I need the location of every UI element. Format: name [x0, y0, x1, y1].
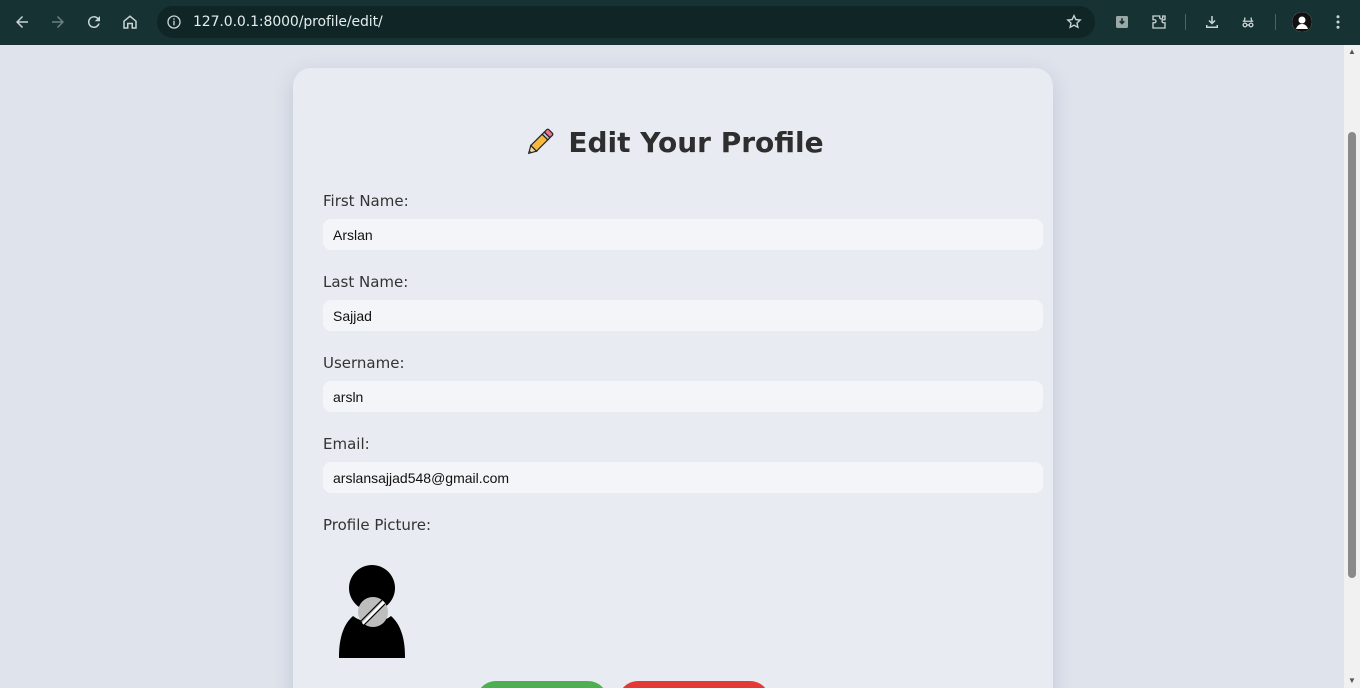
scroll-down-arrow-icon[interactable]: ▼: [1348, 677, 1356, 685]
home-icon: [123, 15, 137, 29]
email-input[interactable]: [323, 462, 1043, 493]
browser-menu-icon[interactable]: [1325, 9, 1351, 35]
email-label: Email:: [323, 435, 370, 453]
profile-avatar[interactable]: [1292, 12, 1312, 32]
extensions-puzzle-icon[interactable]: [1146, 9, 1172, 35]
last-name-label: Last Name:: [323, 273, 409, 291]
bookmark-star-icon[interactable]: [1065, 13, 1083, 36]
downloads-icon[interactable]: [1199, 9, 1225, 35]
page-title-text: Edit Your Profile: [568, 125, 824, 159]
scroll-up-arrow-icon[interactable]: ▲: [1348, 48, 1356, 56]
arrow-left-icon: [16, 16, 28, 28]
back-button[interactable]: [4, 4, 40, 40]
edit-profile-card: Edit Your Profile First Name: Last Name:…: [293, 68, 1053, 688]
user-silhouette-icon[interactable]: [337, 564, 409, 658]
toolbar-divider: [1185, 14, 1186, 30]
first-name-input[interactable]: [323, 219, 1043, 250]
site-info-icon[interactable]: [165, 13, 183, 31]
username-label: Username:: [323, 354, 405, 372]
first-name-label: First Name:: [323, 192, 409, 210]
address-bar[interactable]: 127.0.0.1:8000/profile/edit/: [157, 6, 1095, 38]
toolbar-divider: [1275, 14, 1276, 30]
url-text: 127.0.0.1:8000/profile/edit/: [193, 14, 383, 30]
download-extension-icon[interactable]: [1109, 9, 1135, 35]
forward-button[interactable]: [40, 4, 76, 40]
reload-icon: [87, 16, 100, 29]
scrollbar-thumb[interactable]: [1348, 132, 1356, 578]
save-button[interactable]: [476, 681, 608, 688]
pencil-icon: [528, 128, 554, 155]
incognito-icon[interactable]: [1235, 9, 1261, 35]
username-input[interactable]: [323, 381, 1043, 412]
last-name-input[interactable]: [323, 300, 1043, 331]
reload-button[interactable]: [76, 4, 112, 40]
browser-toolbar: 127.0.0.1:8000/profile/edit/: [0, 0, 1360, 45]
arrow-right-icon: [52, 16, 64, 28]
profile-picture-label: Profile Picture:: [323, 516, 432, 534]
cancel-button[interactable]: [618, 681, 770, 688]
page-title: Edit Your Profile: [293, 124, 1053, 160]
home-button[interactable]: [112, 4, 148, 40]
